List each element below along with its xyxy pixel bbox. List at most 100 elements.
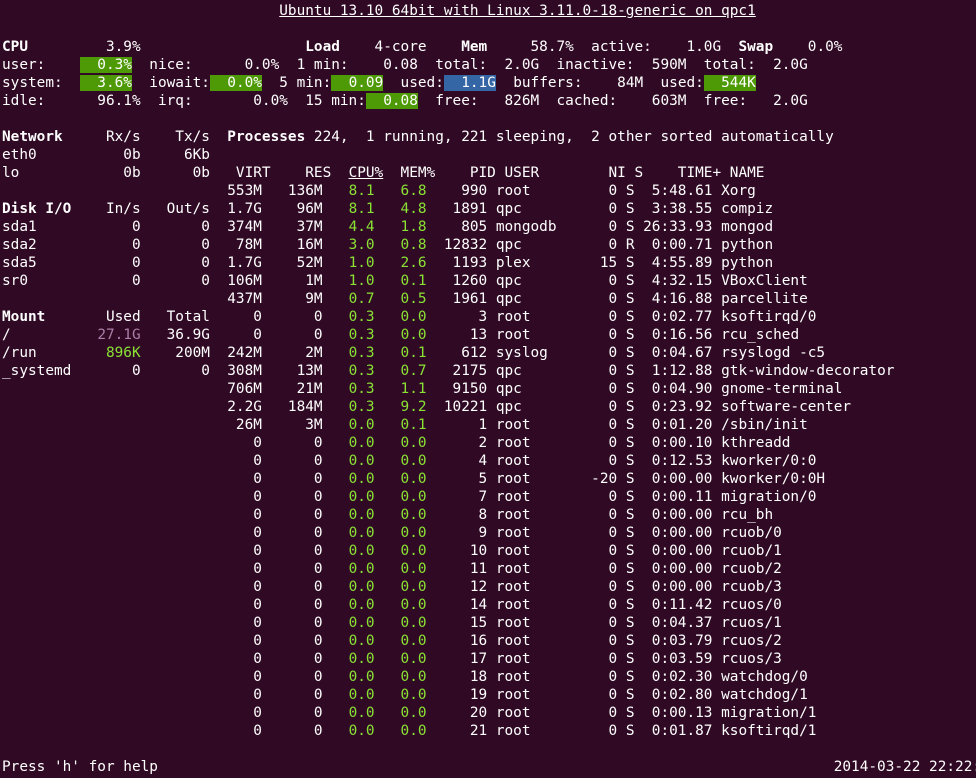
terminal-text-segment: 0.0 [391, 327, 427, 343]
terminal-text-segment: 544K [703, 75, 756, 91]
terminal-text-segment: 0.3 [339, 381, 375, 397]
terminal-text-segment: 0 0 [2, 633, 340, 649]
terminal-text-segment: system: [2, 75, 80, 91]
terminal-text-segment: 0.0 [391, 669, 427, 685]
terminal-line: 553M 136M 8.1 6.8 990 root 0 S 5:48.61 X… [2, 182, 756, 200]
terminal-text-segment: CPU% [348, 165, 384, 181]
terminal-text-segment: 10 root 0 S 0:00.00 rcuob/1 [426, 543, 782, 559]
terminal-line: 0 0 0.0 0.0 16 root 0 S 0:03.79 rcuos/2 [2, 632, 782, 650]
terminal-text-segment: 0 0 [2, 669, 340, 685]
terminal-text-segment: 437M 9M [2, 291, 340, 307]
terminal-line: /run 896K 200M 242M 2M 0.3 0.1 612 syslo… [2, 344, 825, 362]
terminal-text-segment: 16 root 0 S 0:03.79 rcuos/2 [426, 633, 782, 649]
terminal-text-segment: 0 0 [2, 723, 340, 739]
terminal-line: 0 0 0.0 0.0 11 root 0 S 0:00.00 rcuob/2 [2, 560, 782, 578]
terminal-text-segment: 0.0 [391, 525, 427, 541]
terminal-line: 0 0 0.0 0.0 4 root 0 S 0:12.53 kworker/0… [2, 452, 816, 470]
terminal-text-segment: 0.0 [339, 579, 375, 595]
terminal-text-segment: 0.0 [391, 471, 427, 487]
terminal-text-segment: 1.1G [443, 75, 496, 91]
terminal-text-segment: 0.0 [339, 417, 375, 433]
terminal-text-segment: 8.1 [339, 201, 375, 217]
terminal-text-segment: 0.0 [339, 453, 375, 469]
terminal-text-segment: 1.8 [391, 219, 427, 235]
terminal-text-segment: 0.0 [391, 615, 427, 631]
terminal-line: sda2 0 0 78M 16M 3.0 0.8 12832 qpc 0 R 0… [2, 236, 773, 254]
terminal-line: 0 0 0.0 0.0 10 root 0 S 0:00.00 rcuob/1 [2, 542, 782, 560]
terminal-line: 0 0 0.0 0.0 2 root 0 S 0:00.10 kthreadd [2, 434, 790, 452]
terminal-text-segment: 3.6% [79, 75, 132, 91]
terminal-text-segment: CPU [2, 39, 28, 55]
terminal-text-segment: Swap [738, 39, 774, 55]
terminal-text-segment: 12832 qpc 0 R 0:00.71 python [426, 237, 774, 253]
terminal-line: sda1 0 0 374M 37M 4.4 1.8 805 mongodb 0 … [2, 218, 773, 236]
terminal-text-segment: Mount [2, 309, 46, 325]
terminal-text-segment: 1891 qpc 0 S 3:38.55 compiz [426, 201, 774, 217]
terminal-text-segment: 17 root 0 S 0:03.59 rcuos/3 [426, 651, 782, 667]
terminal-text-segment: nice: 0.0% 1 min: 0.08 total: 2.0G inact… [131, 57, 808, 73]
terminal-text-segment: 9.2 [391, 399, 427, 415]
terminal-line: 437M 9M 0.7 0.5 1961 qpc 0 S 4:16.88 par… [2, 290, 808, 308]
terminal-text-segment: 0 0 [2, 705, 340, 721]
terminal-screen: Ubuntu 13.10 64bit with Linux 3.11.0-18-… [0, 0, 976, 778]
terminal-text-segment: 0.3 [339, 309, 375, 325]
terminal-text-segment: 0.0 [339, 651, 375, 667]
terminal-text-segment: 3.0 [339, 237, 375, 253]
terminal-text-segment: 0.0 [391, 489, 427, 505]
terminal-text-segment: 0 0 [2, 579, 340, 595]
terminal-text-segment: 0.0 [391, 453, 427, 469]
terminal-text-segment: 9150 qpc 0 S 0:04.90 gnome-terminal [426, 381, 843, 397]
terminal-text-segment: 0.5 [391, 291, 427, 307]
terminal-text-segment: 0 0 [2, 615, 340, 631]
terminal-text-segment: Rx/s Tx/s [62, 129, 228, 145]
terminal-text-segment: /run [2, 345, 106, 361]
terminal-text-segment: 0.0 [339, 633, 375, 649]
terminal-line: 0 0 0.0 0.0 5 root -20 S 0:00.00 kworker… [2, 470, 825, 488]
terminal-text-segment: 200M 242M 2M [140, 345, 340, 361]
terminal-text-segment: 0.0 [339, 489, 375, 505]
terminal-line: _systemd 0 0 308M 13M 0.3 0.7 2175 qpc 0… [2, 362, 894, 380]
terminal-text-segment: Used Total 0 0 [45, 309, 340, 325]
terminal-text-segment: free: 826M cached: 603M free: 2.0G [417, 93, 808, 109]
terminal-text-segment: 0.1 [391, 345, 427, 361]
terminal-line: Press 'h' for help 2014-03-22 22:22:28 [2, 758, 976, 776]
terminal-text-segment: 553M 136M [2, 183, 340, 199]
terminal-text-segment: 6.8 [391, 183, 427, 199]
terminal-text-segment: MEM% PID USER NI S TIME+ NAME [383, 165, 765, 181]
terminal-line: 0 0 0.0 0.0 12 root 0 S 0:00.00 rcuob/3 [2, 578, 782, 596]
terminal-text-segment: / [2, 327, 98, 343]
terminal-text-segment: 0 0 [2, 471, 340, 487]
terminal-text-segment: 15 root 0 S 0:04.37 rcuos/1 [426, 615, 782, 631]
terminal-text-segment: 0.08 [365, 93, 418, 109]
terminal-text-segment: 0.3% [79, 57, 132, 73]
terminal-line: Ubuntu 13.10 64bit with Linux 3.11.0-18-… [2, 2, 756, 20]
terminal-text-segment: 0.0 [391, 435, 427, 451]
terminal-text-segment: 0.0 [339, 723, 375, 739]
terminal-text-segment: 0.0 [391, 561, 427, 577]
terminal-text-segment: 0.0 [339, 525, 375, 541]
terminal-line: 0 0 0.0 0.0 14 root 0 S 0:11.42 rcuos/0 [2, 596, 782, 614]
terminal-text-segment: Load [305, 39, 340, 55]
terminal-text-segment: 4.8 [391, 201, 427, 217]
terminal-text-segment: 0.0 [391, 543, 427, 559]
terminal-text-segment: 0 0 [2, 543, 340, 559]
terminal-text-segment: 706M 21M [2, 381, 340, 397]
